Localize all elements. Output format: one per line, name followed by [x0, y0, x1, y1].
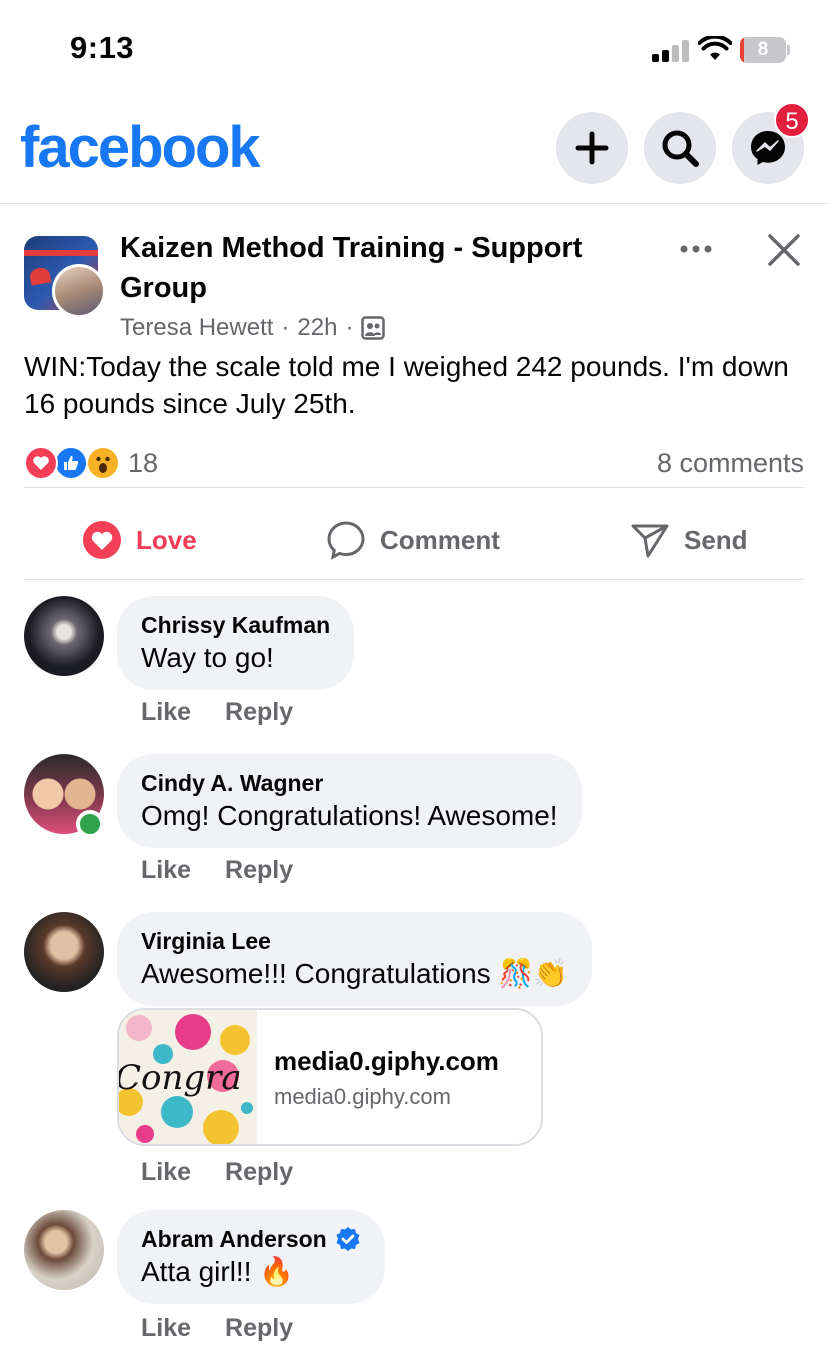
comment-bubble[interactable]: Abram Anderson Atta girl!! 🔥 — [117, 1210, 385, 1304]
messenger-button[interactable]: 5 — [732, 102, 810, 184]
commenter-avatar[interactable] — [24, 596, 104, 676]
group-icon — [361, 316, 386, 340]
facebook-logo[interactable]: facebook — [20, 114, 261, 181]
commenter-avatar[interactable] — [24, 1210, 104, 1290]
like-reaction-icon — [54, 446, 88, 480]
commenter-avatar[interactable] — [24, 912, 104, 992]
comment-bubble[interactable]: Virginia Lee Awesome!!! Congratulations … — [117, 912, 593, 1006]
author-avatar[interactable] — [52, 264, 106, 318]
link-preview-card[interactable]: Congra media0.giphy.com media0.giphy.com — [117, 1008, 543, 1146]
comment-text: Awesome!!! Congratulations 🎊👏 — [141, 958, 569, 989]
search-icon — [662, 130, 699, 167]
battery-icon: 8 — [740, 37, 790, 63]
comment-label: Comment — [380, 524, 500, 555]
post-text: WIN:Today the scale told me I weighed 24… — [24, 351, 789, 419]
love-button[interactable]: Love — [82, 500, 197, 580]
comments-count[interactable]: 8 comments — [657, 448, 804, 479]
comment-like-button[interactable]: Like — [141, 1158, 191, 1187]
search-button[interactable] — [644, 112, 716, 184]
comment-text: Way to go! — [141, 642, 274, 673]
love-label: Love — [136, 524, 197, 555]
commenter-name[interactable]: Chrissy Kaufman — [141, 610, 330, 640]
comment-reply-button[interactable]: Reply — [225, 856, 293, 885]
commenter-name[interactable]: Abram Anderson — [141, 1224, 361, 1254]
post-actions: Love Comment Send — [24, 500, 804, 580]
more-icon[interactable] — [676, 234, 716, 264]
comment-text: Atta girl!! 🔥 — [141, 1256, 295, 1287]
messenger-badge: 5 — [774, 102, 810, 138]
close-icon[interactable] — [766, 232, 802, 268]
online-status-indicator — [76, 810, 104, 838]
comment-reply-button[interactable]: Reply — [225, 1158, 293, 1187]
commenter-name[interactable]: Virginia Lee — [141, 926, 568, 956]
comment-like-button[interactable]: Like — [141, 856, 191, 885]
gif-caption: Congra — [119, 1058, 242, 1098]
create-button[interactable] — [556, 112, 628, 184]
wifi-icon — [698, 36, 732, 60]
post-meta: Teresa Hewett · 22h · — [120, 314, 386, 342]
verified-icon — [336, 1227, 360, 1251]
group-name[interactable]: Kaizen Method Training - Support Group — [120, 228, 640, 308]
comment-icon — [327, 521, 365, 560]
send-button[interactable]: Send — [630, 500, 748, 580]
battery-level: 8 — [757, 39, 769, 60]
commenter-name[interactable]: Cindy A. Wagner — [141, 768, 558, 798]
comment-text: Omg! Congratulations! Awesome! — [141, 800, 558, 831]
cellular-signal-icon — [652, 40, 690, 62]
send-icon — [631, 524, 669, 558]
reactions-summary[interactable]: 18 8 comments — [24, 440, 804, 488]
reaction-count: 18 — [128, 448, 159, 478]
author-name[interactable]: Teresa Hewett — [120, 314, 273, 342]
post-header: Kaizen Method Training - Support Group T… — [0, 204, 828, 344]
status-time: 9:13 — [70, 30, 135, 65]
comment-like-button[interactable]: Like — [141, 1314, 191, 1343]
gif-thumbnail: Congra — [119, 1010, 257, 1144]
plus-icon — [575, 131, 609, 165]
send-label: Send — [684, 524, 748, 555]
reaction-icons — [24, 446, 124, 480]
link-title: media0.giphy.com — [274, 1046, 499, 1076]
comment-reply-button[interactable]: Reply — [225, 698, 293, 727]
comment-like-button[interactable]: Like — [141, 698, 191, 727]
link-domain: media0.giphy.com — [274, 1084, 451, 1109]
love-reaction-icon — [24, 446, 58, 480]
love-icon — [83, 521, 121, 559]
top-app-bar: facebook 5 — [0, 96, 828, 204]
comment-bubble[interactable]: Cindy A. Wagner Omg! Congratulations! Aw… — [117, 754, 582, 848]
status-bar: 9:13 8 — [0, 0, 828, 96]
post-time[interactable]: 22h — [297, 314, 337, 342]
comment-reply-button[interactable]: Reply — [225, 1314, 293, 1343]
comment-bubble[interactable]: Chrissy Kaufman Way to go! — [117, 596, 355, 690]
wow-reaction-icon — [86, 446, 120, 480]
comment-button[interactable]: Comment — [326, 500, 500, 580]
